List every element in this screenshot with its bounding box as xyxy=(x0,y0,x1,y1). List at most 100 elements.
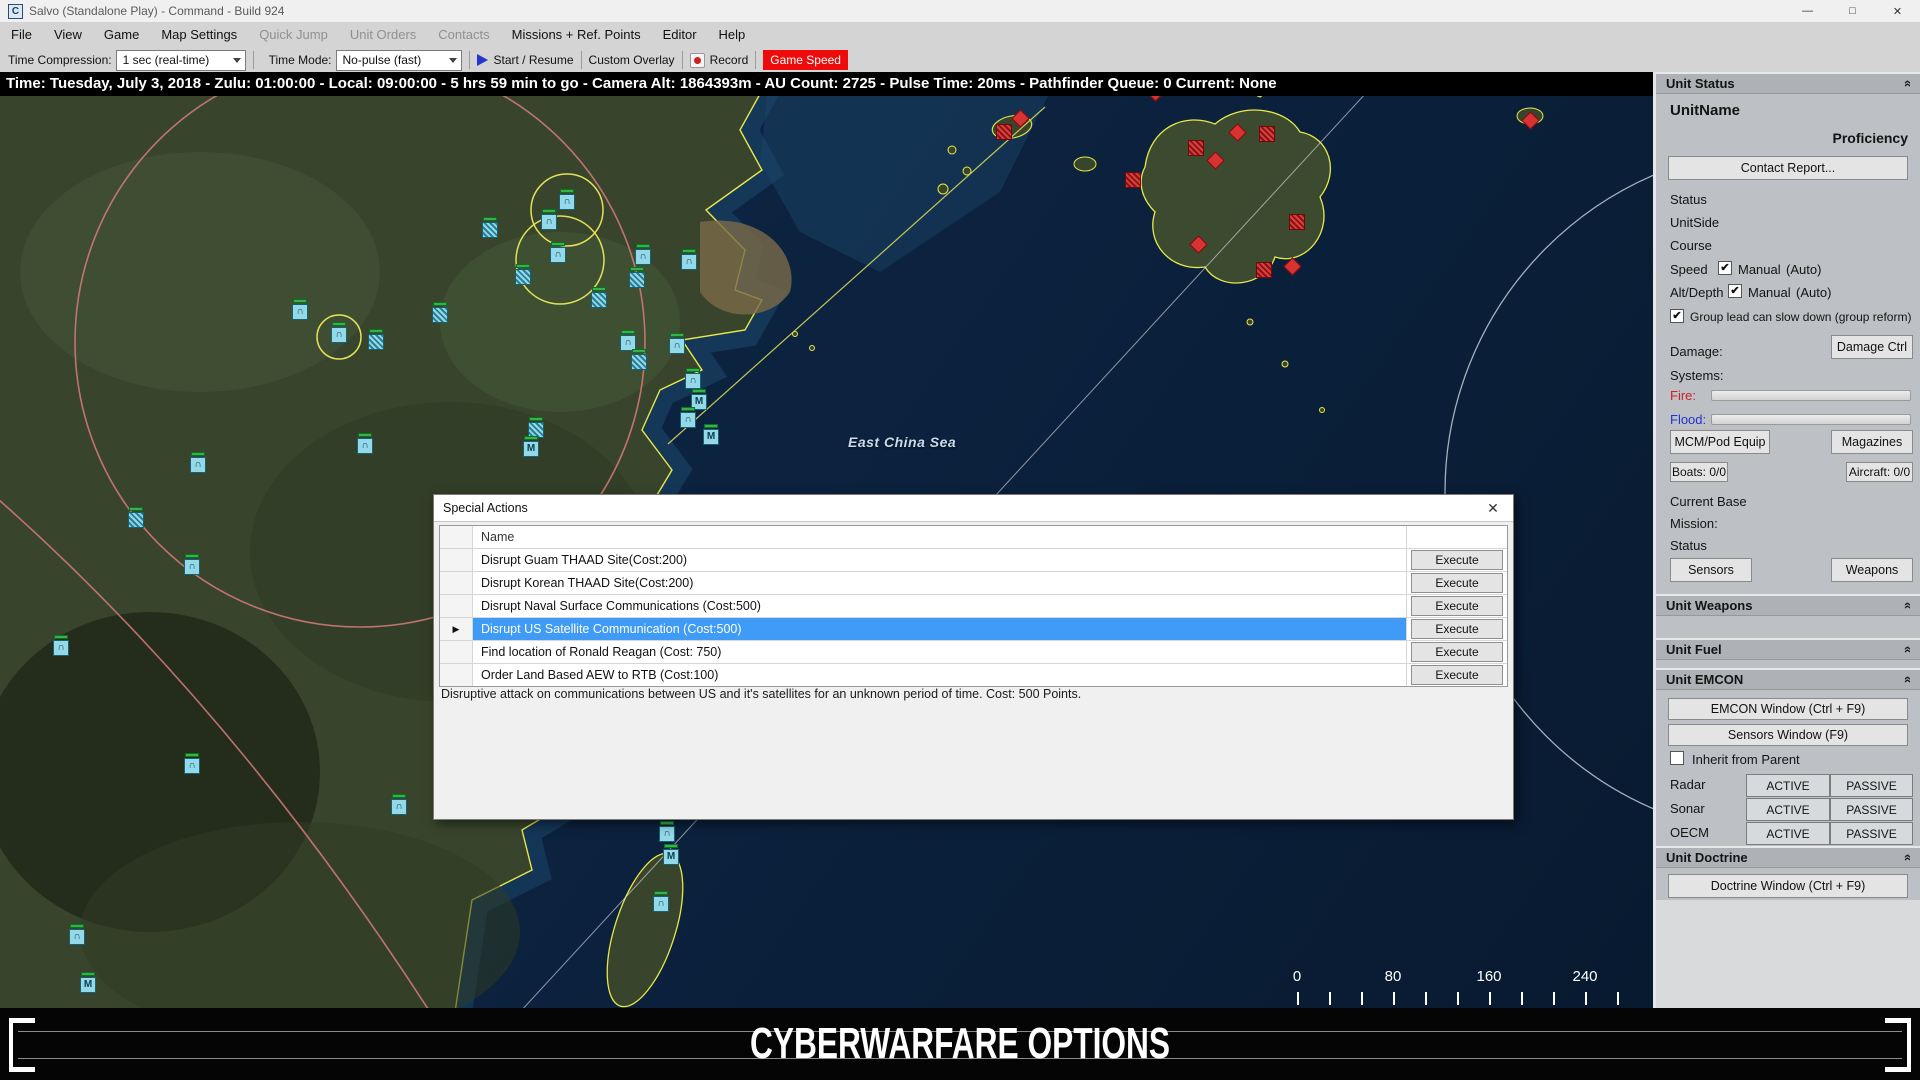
row-selector-cell[interactable] xyxy=(440,664,473,686)
friendly-unit-icon[interactable]: ∩ xyxy=(635,244,651,265)
weapons-button[interactable]: Weapons xyxy=(1831,558,1913,582)
special-action-row[interactable]: Disrupt Korean THAAD Site(Cost:200) Execu… xyxy=(440,572,1507,595)
sensors-window-button[interactable]: Sensors Window (F9) xyxy=(1668,724,1908,746)
group-lead-checkbox[interactable]: ✔ xyxy=(1670,309,1684,323)
special-action-row[interactable]: ▶ Disrupt US Satellite Communication (Cos… xyxy=(440,618,1507,641)
friendly-unit-icon[interactable]: ∩ xyxy=(653,891,669,912)
row-selector-cell[interactable] xyxy=(440,572,473,594)
special-action-name[interactable]: Disrupt Naval Surface Communications (Co… xyxy=(473,595,1406,617)
friendly-unit-icon[interactable]: ∩ xyxy=(541,209,557,230)
menu-editor[interactable]: Editor xyxy=(652,22,708,48)
menu-game[interactable]: Game xyxy=(93,22,150,48)
emcon-oecm-passive-button[interactable]: PASSIVE xyxy=(1830,822,1913,845)
unit-status-header[interactable]: Unit Status » xyxy=(1656,72,1920,94)
hostile-unit-icon[interactable] xyxy=(1228,123,1247,142)
emcon-sonar-active-button[interactable]: ACTIVE xyxy=(1746,798,1830,821)
collapse-icon[interactable]: » xyxy=(1899,646,1914,653)
time-mode-select[interactable]: No-pulse (fast) xyxy=(335,49,462,71)
doctrine-window-button[interactable]: Doctrine Window (Ctrl + F9) xyxy=(1668,874,1908,898)
collapse-icon[interactable]: » xyxy=(1899,676,1914,683)
special-action-name[interactable]: Disrupt Guam THAAD Site(Cost:200) xyxy=(473,549,1406,571)
friendly-unit-icon[interactable] xyxy=(368,329,384,350)
time-compression-select[interactable]: 1 sec (real-time) xyxy=(115,49,246,71)
contact-report-button[interactable]: Contact Report... xyxy=(1668,156,1908,180)
altdepth-manual-checkbox[interactable]: ✔ xyxy=(1728,284,1742,298)
friendly-unit-icon[interactable]: M xyxy=(703,424,719,445)
special-action-row[interactable]: Disrupt Naval Surface Communications (Co… xyxy=(440,595,1507,618)
collapse-icon[interactable]: » xyxy=(1899,602,1914,609)
minimize-button[interactable]: — xyxy=(1785,0,1830,22)
menu-missions-ref-points[interactable]: Missions + Ref. Points xyxy=(501,22,652,48)
selected-row-marker[interactable]: ▶ xyxy=(440,618,473,640)
emcon-window-button[interactable]: EMCON Window (Ctrl + F9) xyxy=(1668,698,1908,720)
hostile-unit-icon[interactable] xyxy=(1125,172,1141,188)
execute-button[interactable]: Execute xyxy=(1411,642,1503,662)
speed-manual-checkbox[interactable]: ✔ xyxy=(1718,261,1732,275)
emcon-oecm-active-button[interactable]: ACTIVE xyxy=(1746,822,1830,845)
friendly-unit-icon[interactable]: ∩ xyxy=(357,433,373,454)
friendly-unit-icon[interactable]: ∩ xyxy=(550,242,566,263)
execute-button[interactable]: Execute xyxy=(1411,596,1503,616)
aircraft-button[interactable]: Aircraft: 0/0 xyxy=(1846,462,1913,482)
unit-doctrine-header[interactable]: Unit Doctrine » xyxy=(1656,846,1920,868)
special-action-name[interactable]: Disrupt Korean THAAD Site(Cost:200) xyxy=(473,572,1406,594)
mcm-pod-equip-button[interactable]: MCM/Pod Equip xyxy=(1670,430,1770,454)
special-action-name[interactable]: Order Land Based AEW to RTB (Cost:100) xyxy=(473,664,1406,686)
hostile-unit-icon[interactable] xyxy=(1188,140,1204,156)
maximize-button[interactable]: □ xyxy=(1830,0,1875,22)
execute-button[interactable]: Execute xyxy=(1411,619,1503,639)
friendly-unit-icon[interactable] xyxy=(629,267,645,288)
dialog-title-bar[interactable]: Special Actions ✕ xyxy=(434,495,1513,522)
friendly-unit-icon[interactable]: ∩ xyxy=(680,407,696,428)
damage-ctrl-button[interactable]: Damage Ctrl xyxy=(1831,335,1913,359)
special-action-row[interactable]: Order Land Based AEW to RTB (Cost:100) Ex… xyxy=(440,664,1507,686)
friendly-unit-icon[interactable] xyxy=(515,264,531,285)
record-button[interactable]: Record xyxy=(689,52,748,68)
friendly-unit-icon[interactable]: ∩ xyxy=(659,821,675,842)
unit-weapons-header[interactable]: Unit Weapons » xyxy=(1656,594,1920,616)
collapse-icon[interactable]: » xyxy=(1899,80,1914,87)
friendly-unit-icon[interactable] xyxy=(128,507,144,528)
game-speed-button[interactable]: Game Speed xyxy=(763,50,848,70)
hostile-unit-icon[interactable] xyxy=(1189,235,1208,254)
hostile-unit-icon[interactable] xyxy=(1521,111,1540,130)
unit-emcon-header[interactable]: Unit EMCON » xyxy=(1656,668,1920,690)
inherit-from-parent-checkbox[interactable] xyxy=(1670,751,1684,765)
hostile-unit-icon[interactable] xyxy=(1011,109,1030,128)
unit-fuel-header[interactable]: Unit Fuel » xyxy=(1656,638,1920,660)
friendly-unit-icon[interactable]: ∩ xyxy=(190,452,206,473)
special-action-row[interactable]: Disrupt Guam THAAD Site(Cost:200) Execute xyxy=(440,549,1507,572)
friendly-unit-icon[interactable]: ∩ xyxy=(184,554,200,575)
row-selector-cell[interactable] xyxy=(440,549,473,571)
execute-button[interactable]: Execute xyxy=(1411,550,1503,570)
friendly-unit-icon[interactable]: M xyxy=(523,436,539,457)
hostile-unit-icon[interactable] xyxy=(1283,257,1302,276)
hostile-unit-icon[interactable] xyxy=(1256,262,1272,278)
friendly-unit-icon[interactable]: ∩ xyxy=(292,299,308,320)
hostile-unit-icon[interactable] xyxy=(1206,151,1225,170)
row-selector-cell[interactable] xyxy=(440,641,473,663)
menu-map-settings[interactable]: Map Settings xyxy=(150,22,248,48)
friendly-unit-icon[interactable] xyxy=(631,349,647,370)
close-icon[interactable]: ✕ xyxy=(1482,500,1504,517)
hostile-unit-icon[interactable] xyxy=(1289,214,1305,230)
row-selector-cell[interactable] xyxy=(440,595,473,617)
sensors-button[interactable]: Sensors xyxy=(1670,558,1752,582)
menu-file[interactable]: File xyxy=(0,22,43,48)
menu-view[interactable]: View xyxy=(43,22,93,48)
hostile-unit-icon[interactable] xyxy=(996,124,1012,140)
collapse-icon[interactable]: » xyxy=(1899,854,1914,861)
magazines-button[interactable]: Magazines xyxy=(1831,430,1913,454)
friendly-unit-icon[interactable]: M xyxy=(80,972,96,993)
friendly-unit-icon[interactable] xyxy=(591,287,607,308)
friendly-unit-icon[interactable]: M xyxy=(663,844,679,865)
emcon-radar-passive-button[interactable]: PASSIVE xyxy=(1830,774,1913,797)
execute-button[interactable]: Execute xyxy=(1411,573,1503,593)
friendly-unit-icon[interactable]: ∩ xyxy=(685,368,701,389)
custom-overlay-button[interactable]: Custom Overlay xyxy=(589,53,675,67)
friendly-unit-icon[interactable]: ∩ xyxy=(331,322,347,343)
execute-button[interactable]: Execute xyxy=(1411,665,1503,685)
special-action-row[interactable]: Find location of Ronald Reagan (Cost: 75… xyxy=(440,641,1507,664)
special-action-name[interactable]: Find location of Ronald Reagan (Cost: 75… xyxy=(473,641,1406,663)
boats-button[interactable]: Boats: 0/0 xyxy=(1670,462,1728,482)
